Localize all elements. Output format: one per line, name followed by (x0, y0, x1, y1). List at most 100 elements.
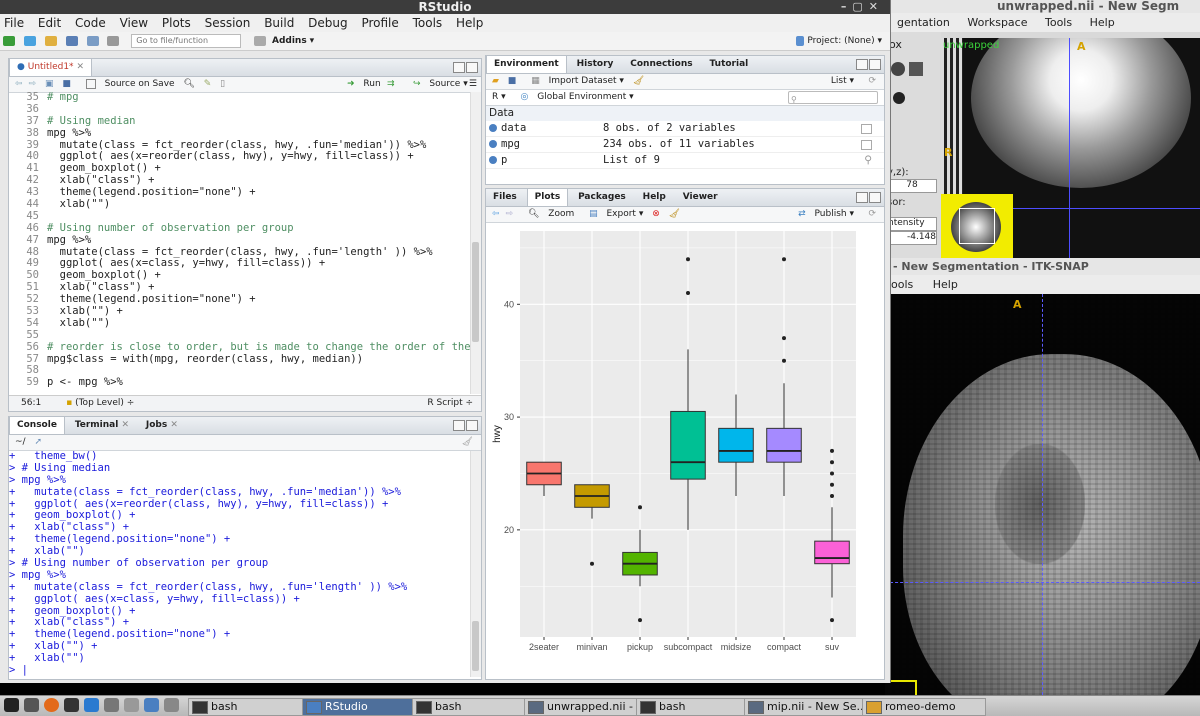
terminal-launcher-icon[interactable] (24, 698, 39, 712)
maximize-pane-icon[interactable] (466, 62, 478, 73)
tab-environment[interactable]: Environment (486, 56, 567, 73)
menu-help[interactable]: Help (456, 16, 483, 30)
expand-icon[interactable] (489, 140, 497, 148)
close-tab-icon[interactable]: ✕ (121, 420, 129, 430)
inspect-icon[interactable]: ⚲ (864, 153, 872, 168)
minimize-pane-icon[interactable] (453, 62, 465, 73)
close-tab-icon[interactable]: ✕ (170, 420, 178, 430)
menu-plots[interactable]: Plots (162, 16, 191, 30)
maximize-pane-icon[interactable] (869, 59, 881, 70)
itk-back-menu-help[interactable]: Help (1090, 16, 1115, 29)
language-selector[interactable]: R (492, 92, 498, 102)
save-icon[interactable] (65, 35, 78, 46)
show-in-window-icon[interactable]: ▣ (45, 79, 54, 89)
project-menu[interactable]: Project: (None) ▾ (793, 32, 882, 50)
tab-help[interactable]: Help (636, 189, 673, 206)
save-workspace-icon[interactable]: ■ (508, 76, 517, 86)
code-line[interactable]: 44 xlab("") (9, 198, 471, 211)
code-line[interactable]: 57 mpg$class = with(mpg, reorder(class, h… (9, 353, 471, 366)
editor-scrollbar[interactable] (470, 92, 481, 394)
minimize-pane-icon[interactable] (856, 59, 868, 70)
itk-front-menu-tools[interactable]: ools (891, 278, 913, 291)
load-workspace-icon[interactable]: ▰ (492, 76, 499, 86)
itk-back-menu-workspace[interactable]: Workspace (967, 16, 1027, 29)
menu-session[interactable]: Session (205, 16, 251, 30)
itk-back-slice-view[interactable]: unwrapped A R (941, 38, 1200, 265)
code-line[interactable]: 59 p <- mpg %>% (9, 376, 471, 389)
start-menu-icon[interactable] (4, 698, 19, 712)
source-on-save-checkbox[interactable]: Source on Save (80, 78, 175, 89)
menu-debug[interactable]: Debug (308, 16, 347, 30)
export-button[interactable]: ▤ Export ▾ (583, 209, 643, 219)
new-file-icon[interactable] (3, 35, 15, 46)
console-scrollbar-thumb[interactable] (472, 621, 479, 671)
menu-profile[interactable]: Profile (361, 16, 398, 30)
app-launcher-icon[interactable] (124, 698, 139, 712)
scope-selector[interactable]: ▪ (Top Level) ÷ (66, 398, 134, 408)
itk-back-menu-tools[interactable]: Tools (1045, 16, 1072, 29)
clear-console-icon[interactable]: 🧹︎ (462, 435, 473, 450)
view-table-icon[interactable] (861, 140, 872, 150)
next-plot-icon[interactable]: ⇨ (506, 209, 514, 219)
expand-icon[interactable] (489, 124, 497, 132)
itk-back-menu-segmentation[interactable]: gentation (897, 16, 950, 29)
itk-back-thumbnail[interactable] (941, 194, 1013, 264)
code-area[interactable]: 35 # mpg 36 37 # Using median 38 mpg %>% 39 mut… (9, 92, 471, 394)
console-output[interactable]: + theme_bw() > # Using median > mpg %>% + m… (9, 451, 471, 677)
app-launcher-icon[interactable] (164, 698, 179, 712)
itk-front-menu-help[interactable]: Help (933, 278, 958, 291)
list-view-selector[interactable]: List ▾ (825, 74, 854, 89)
source-button[interactable]: ↪ Source ▾ (407, 77, 468, 92)
import-dataset-button[interactable]: ▦ Import Dataset ▾ (525, 76, 624, 86)
tab-jobs[interactable]: Jobs ✕ (139, 417, 185, 434)
task-romeo[interactable]: romeo-demo (862, 698, 986, 716)
refresh-icon[interactable]: ⟳ (868, 207, 876, 222)
forward-arrow-icon[interactable]: ⇨ (29, 79, 37, 89)
tab-console[interactable]: Console (9, 417, 65, 434)
refresh-icon[interactable]: ⟳ (868, 74, 876, 89)
zoom-button[interactable]: 🔍︎ Zoom (522, 209, 574, 219)
tab-terminal[interactable]: Terminal ✕ (68, 417, 136, 434)
goto-file-input[interactable]: Go to file/function (131, 33, 242, 48)
scope-dropdown[interactable]: ◎ Global Environment ▾ (515, 92, 634, 102)
rstudio-launcher-icon[interactable] (144, 698, 159, 712)
save-all-icon[interactable] (86, 35, 99, 46)
open-file-icon[interactable] (44, 35, 57, 46)
itk-front-slice-view[interactable]: A (885, 294, 1200, 715)
tab-viewer[interactable]: Viewer (676, 189, 725, 206)
view-table-icon[interactable] (861, 124, 872, 134)
console-scrollbar[interactable] (470, 451, 481, 677)
close-tab-icon[interactable]: ✕ (76, 62, 84, 72)
expand-icon[interactable] (489, 156, 497, 164)
menu-tools[interactable]: Tools (413, 16, 443, 30)
firefox-icon[interactable] (44, 698, 59, 712)
clear-plots-icon[interactable]: 🧹︎ (669, 209, 680, 219)
search-icon[interactable]: 🔍︎ (183, 79, 194, 89)
print-icon[interactable] (107, 35, 120, 46)
prev-plot-icon[interactable]: ⇦ (492, 209, 500, 219)
tab-plots[interactable]: Plots (526, 189, 569, 206)
compile-icon[interactable]: ▯ (220, 79, 225, 89)
vscode-icon[interactable] (84, 698, 99, 712)
task-bash-1[interactable]: bash (188, 698, 312, 716)
save-file-icon[interactable]: ■ (62, 79, 71, 89)
tab-packages[interactable]: Packages (571, 189, 633, 206)
clear-env-icon[interactable]: 🧹︎ (633, 76, 644, 86)
menu-build[interactable]: Build (264, 16, 294, 30)
env-search-input[interactable]: ⚲ (788, 91, 878, 104)
maximize-pane-icon[interactable] (869, 192, 881, 203)
editor-scrollbar-thumb[interactable] (472, 242, 479, 342)
wand-icon[interactable]: ✎ (204, 79, 212, 89)
grid-layout-icon[interactable] (254, 35, 267, 46)
task-bash-2[interactable]: bash (412, 698, 536, 716)
window-controls[interactable]: –▢✕ (841, 0, 884, 14)
brush-tool-icon[interactable] (891, 62, 905, 76)
remove-plot-icon[interactable]: ⊗ (652, 209, 660, 219)
back-arrow-icon[interactable]: ⇦ (15, 79, 23, 89)
env-row[interactable]: mpg 234 obs. of 11 variables (486, 137, 884, 153)
itk-back-coord-field[interactable]: 78 (887, 179, 937, 193)
task-rstudio[interactable]: RStudio (302, 698, 426, 716)
addins-menu[interactable]: Addins (272, 36, 307, 46)
tab-history[interactable]: History (570, 56, 621, 73)
maximize-pane-icon[interactable] (466, 420, 478, 431)
